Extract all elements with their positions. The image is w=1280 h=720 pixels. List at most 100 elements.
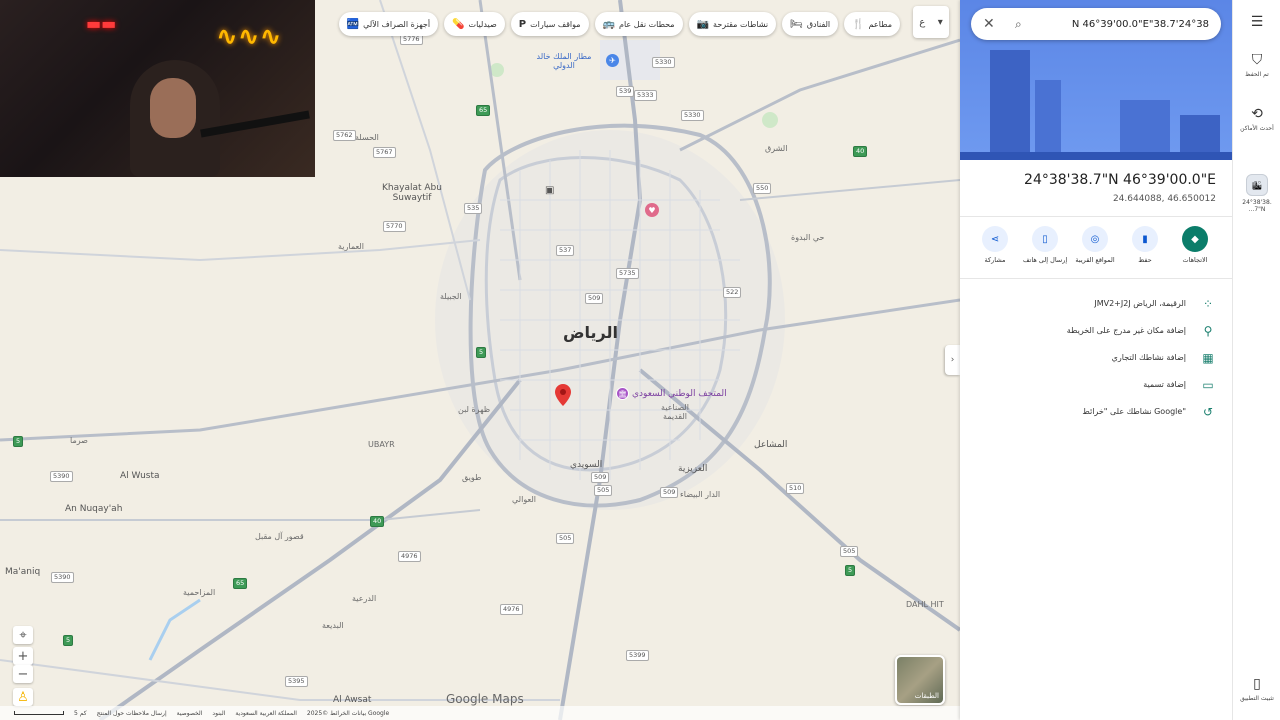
streamer-face: [150, 78, 196, 138]
building-shape: [1120, 100, 1170, 160]
neon-sign-yellow: ∿∿∿: [216, 22, 282, 52]
airport-label[interactable]: مطار الملك خالد الدولي: [525, 52, 603, 70]
action-buttons: ◆ الاتجاهات ▮ حفظ ◎ المواقع القريبة ▯ إر…: [978, 226, 1212, 264]
rail-recent[interactable]: ⟲ أحدث الأماكن: [1233, 106, 1280, 132]
ground-shape: [960, 152, 1232, 160]
road-shield: 537: [556, 245, 575, 256]
chip-label: الفنادق: [806, 19, 831, 29]
place-label: العمارية: [338, 242, 364, 251]
chip-activities[interactable]: 📷 نشاطات مقترحة: [688, 12, 777, 36]
crosshair-icon: ⌖: [19, 627, 27, 643]
museum-icon[interactable]: 🏛: [616, 387, 629, 400]
fork-knife-icon: 🍴: [852, 18, 865, 30]
neon-sign-red: ▬▬: [86, 14, 117, 33]
chip-label: مطاعم: [868, 19, 892, 29]
chip-label: صيدليات: [468, 19, 497, 29]
action-label: الاتجاهات: [1182, 256, 1208, 264]
search-icon[interactable]: ⌕: [1015, 17, 1033, 32]
place-label: البديعة: [322, 621, 344, 630]
search-box[interactable]: ✕ ⌕ N 46°39'00.0"E"38.7'24°38: [971, 8, 1221, 40]
place-panel: ✕ ⌕ N 46°39'00.0"E"38.7'24°38 24°38'38.7…: [960, 0, 1232, 720]
road-shield: 5395: [285, 676, 308, 687]
place-title: 24°38'38.7"N 46°39'00.0"E: [1024, 172, 1216, 188]
privacy-link[interactable]: الخصوصية: [177, 710, 203, 717]
info-row-add-business[interactable]: ▦ إضافة نشاطك التجاري: [976, 344, 1216, 371]
rail-install-app[interactable]: ▯ تثبيت التطبيق: [1233, 676, 1280, 702]
rail-label: تم الحفظ: [1245, 71, 1269, 78]
chip-hotels[interactable]: 🛏 الفنادق: [782, 12, 839, 36]
directions-button[interactable]: ◆ الاتجاهات: [1178, 226, 1212, 264]
layers-button[interactable]: الطبقات: [895, 655, 945, 705]
place-label: السويدي: [570, 460, 603, 470]
place-label: Khayalat Abu Suwaytif: [382, 183, 442, 203]
place-decimal-coords[interactable]: 24.644088, 46.650012: [1113, 194, 1216, 204]
place-label: حي البدوة: [791, 233, 825, 242]
place-label: صرما: [70, 436, 88, 445]
road-shield: 509: [585, 293, 604, 304]
airport-icon[interactable]: ✈: [606, 54, 619, 67]
history-icon: ↺: [1202, 404, 1214, 419]
pluscode-icon: ⁘: [1202, 296, 1214, 311]
google-maps-logo: Google Maps: [446, 692, 524, 706]
chip-parking[interactable]: P مواقف سيارات: [510, 12, 589, 36]
scale-label[interactable]: 5 كم: [74, 710, 87, 717]
info-row-activity[interactable]: ↺ نشاطك على "خرائط Google": [976, 398, 1216, 425]
camera-icon: 📷: [696, 18, 710, 30]
pharmacy-icon: 💊: [452, 18, 465, 30]
my-location-button[interactable]: ⌖: [13, 626, 33, 644]
rail-label: أحدث الأماكن: [1240, 125, 1274, 132]
shopping-icon[interactable]: ▣: [545, 185, 557, 197]
feedback-link[interactable]: إرسال ملاحظات حول المنتج: [97, 710, 167, 717]
zoom-in-button[interactable]: +: [13, 647, 33, 665]
zoom-out-button[interactable]: −: [13, 665, 33, 683]
chip-label: نشاطات مقترحة: [713, 19, 769, 29]
road-shield: 40: [853, 146, 868, 157]
place-label: العزيزية: [678, 464, 708, 474]
museum-label[interactable]: المتحف الوطني السعودي: [632, 389, 727, 399]
road-shield: 5770: [383, 221, 406, 232]
info-row-pluscode[interactable]: ⁘ JMV2+J2J الرقيمة، الرياض: [976, 290, 1216, 317]
map-data-credit: بيانات الخرائط ©2025 Google: [306, 709, 390, 717]
chevron-down-icon: ▾: [937, 16, 943, 28]
hospital-icon[interactable]: ♥: [645, 203, 659, 217]
parking-icon: P: [518, 18, 527, 30]
chip-restaurants[interactable]: 🍴 مطاعم: [844, 12, 900, 36]
info-text: إضافة تسمية: [1143, 380, 1186, 389]
chip-label: مواقف سيارات: [530, 19, 581, 29]
chip-pharmacies[interactable]: 💊 صيدليات: [444, 12, 505, 36]
close-icon[interactable]: ✕: [983, 16, 1001, 32]
road-shield: 5390: [51, 572, 74, 583]
menu-button[interactable]: ☰: [1233, 14, 1280, 30]
collapse-panel-button[interactable]: ›: [945, 345, 960, 375]
more-chips-button[interactable]: ع ▾: [913, 6, 949, 38]
info-row-add-place[interactable]: ⚲ إضافة مكان غير مدرج على الخريطة: [976, 317, 1216, 344]
share-button[interactable]: ⋖ مشاركة: [978, 226, 1012, 264]
place-label: الدار البيضاء: [680, 490, 721, 499]
send-to-phone-button[interactable]: ▯ إرسال إلى هاتف: [1023, 226, 1067, 264]
save-button[interactable]: ▮ حفظ: [1128, 226, 1162, 264]
road-shield: 505: [840, 546, 859, 557]
info-row-add-label[interactable]: ▭ إضافة تسمية: [976, 371, 1216, 398]
nearby-button[interactable]: ◎ المواقع القريبة: [1075, 226, 1115, 264]
road-shield: 522: [723, 287, 742, 298]
place-label: الجبيلة: [440, 292, 462, 301]
action-label: مشاركة: [984, 256, 1006, 264]
add-business-icon: ▦: [1202, 350, 1214, 365]
rail-recent-item[interactable]: 🏙 24°38'38. ...7"N: [1233, 174, 1280, 213]
chip-label: محطات نقل عام: [619, 19, 675, 29]
location-pin-icon[interactable]: [555, 384, 571, 406]
road-shield: 5330: [681, 110, 704, 121]
chip-label: أجهزة الصراف الآلي: [363, 19, 431, 29]
chip-atms[interactable]: 🏧 أجهزة الصراف الآلي: [338, 12, 439, 36]
chip-transit[interactable]: 🚌 محطات نقل عام: [594, 12, 683, 36]
street-view-button[interactable]: ♙: [13, 688, 33, 706]
webcam-overlay: ▬▬ ∿∿∿: [0, 0, 315, 177]
search-input[interactable]: N 46°39'00.0"E"38.7'24°38: [1033, 19, 1209, 30]
road-shield: 509: [591, 472, 610, 483]
scale-bar[interactable]: [14, 711, 64, 715]
place-label: المزاحمية: [183, 588, 216, 597]
rail-saved[interactable]: ⛉ تم الحفظ: [1233, 52, 1280, 78]
road-shield: 505: [556, 533, 575, 544]
map-canvas[interactable]: Khayalat Abu Suwaytif العمارية الجبيلة A…: [0, 0, 960, 720]
terms-link[interactable]: البنود: [212, 710, 225, 717]
